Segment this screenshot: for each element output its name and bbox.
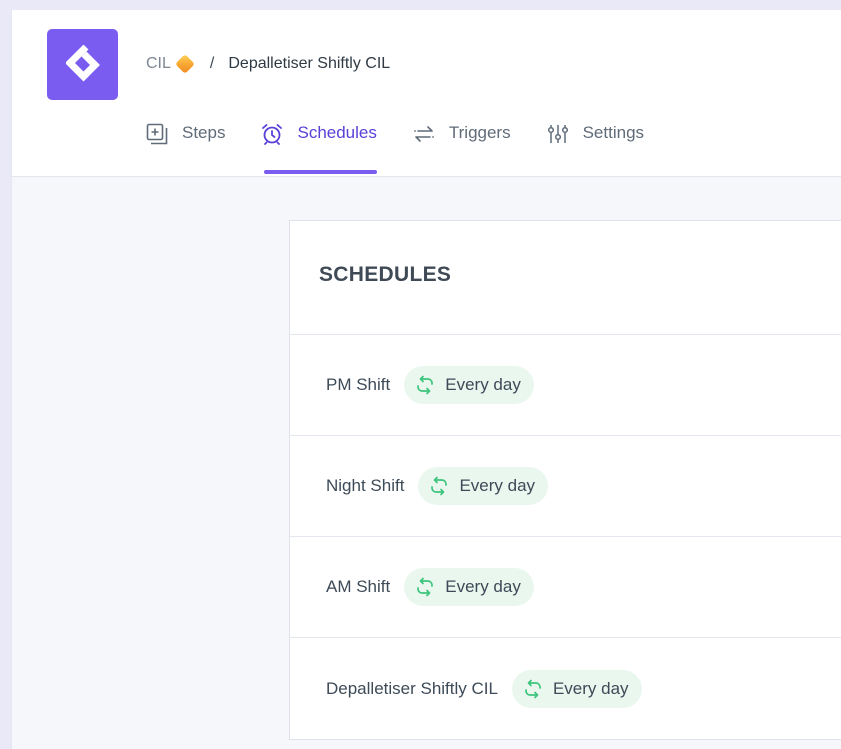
header: CIL / Depalletiser Shiftly CIL Steps Sch…: [12, 10, 841, 177]
breadcrumb-root-link[interactable]: CIL: [146, 55, 171, 73]
schedule-list: PM Shift Every day Night Shift Every day…: [290, 335, 841, 739]
arrows-swap-icon: [413, 126, 434, 142]
repeat-icon: [417, 375, 434, 395]
schedules-card: SCHEDULES PM Shift Every day Night Shift…: [289, 220, 841, 740]
breadcrumb-separator: /: [209, 55, 215, 72]
recurrence-label: Every day: [552, 678, 629, 698]
tab-schedules-label: Schedules: [297, 123, 377, 142]
schedules-title: SCHEDULES: [290, 221, 841, 335]
recurrence-badge: Every day: [511, 669, 642, 708]
recurrence-label: Every day: [445, 375, 521, 394]
repeat-icon: [431, 476, 448, 496]
alarm-clock-icon: [262, 124, 283, 145]
schedule-name: Depalletiser Shiftly CIL: [326, 678, 498, 698]
schedule-name: Night Shift: [326, 476, 405, 495]
tab-steps-label: Steps: [182, 123, 226, 142]
app-window: CIL / Depalletiser Shiftly CIL Steps Sch…: [11, 10, 841, 749]
tab-schedules[interactable]: Schedules: [261, 120, 378, 176]
app-logo[interactable]: [47, 29, 118, 100]
eraser-emoji-icon: [175, 54, 195, 74]
tab-steps[interactable]: Steps: [146, 120, 225, 176]
add-step-icon: [146, 123, 168, 145]
recurrence-badge: Every day: [404, 366, 534, 404]
schedule-row[interactable]: Depalletiser Shiftly CIL Every day: [290, 638, 841, 739]
recurrence-badge: Every day: [404, 568, 534, 606]
schedule-row[interactable]: AM Shift Every day: [290, 537, 841, 638]
schedule-row[interactable]: PM Shift Every day: [290, 335, 841, 436]
sliders-icon: [547, 125, 568, 143]
tab-settings-label: Settings: [582, 123, 645, 142]
schedule-name: AM Shift: [326, 577, 391, 596]
repeat-icon: [525, 679, 541, 698]
logo-chevron-icon: [65, 44, 100, 81]
recurrence-label: Every day: [459, 476, 536, 495]
repeat-icon: [417, 577, 434, 597]
tab-settings[interactable]: Settings: [547, 120, 644, 176]
tab-bar: Steps Schedules Triggers Settings: [146, 120, 680, 176]
schedule-row[interactable]: Night Shift Every day: [290, 436, 841, 537]
recurrence-label: Every day: [445, 577, 521, 596]
tab-triggers-label: Triggers: [448, 123, 511, 142]
breadcrumb: CIL / Depalletiser Shiftly CIL: [146, 53, 390, 75]
breadcrumb-current: Depalletiser Shiftly CIL: [228, 55, 391, 72]
tab-triggers[interactable]: Triggers: [413, 120, 511, 176]
recurrence-badge: Every day: [418, 467, 549, 505]
schedule-name: PM Shift: [326, 375, 391, 394]
